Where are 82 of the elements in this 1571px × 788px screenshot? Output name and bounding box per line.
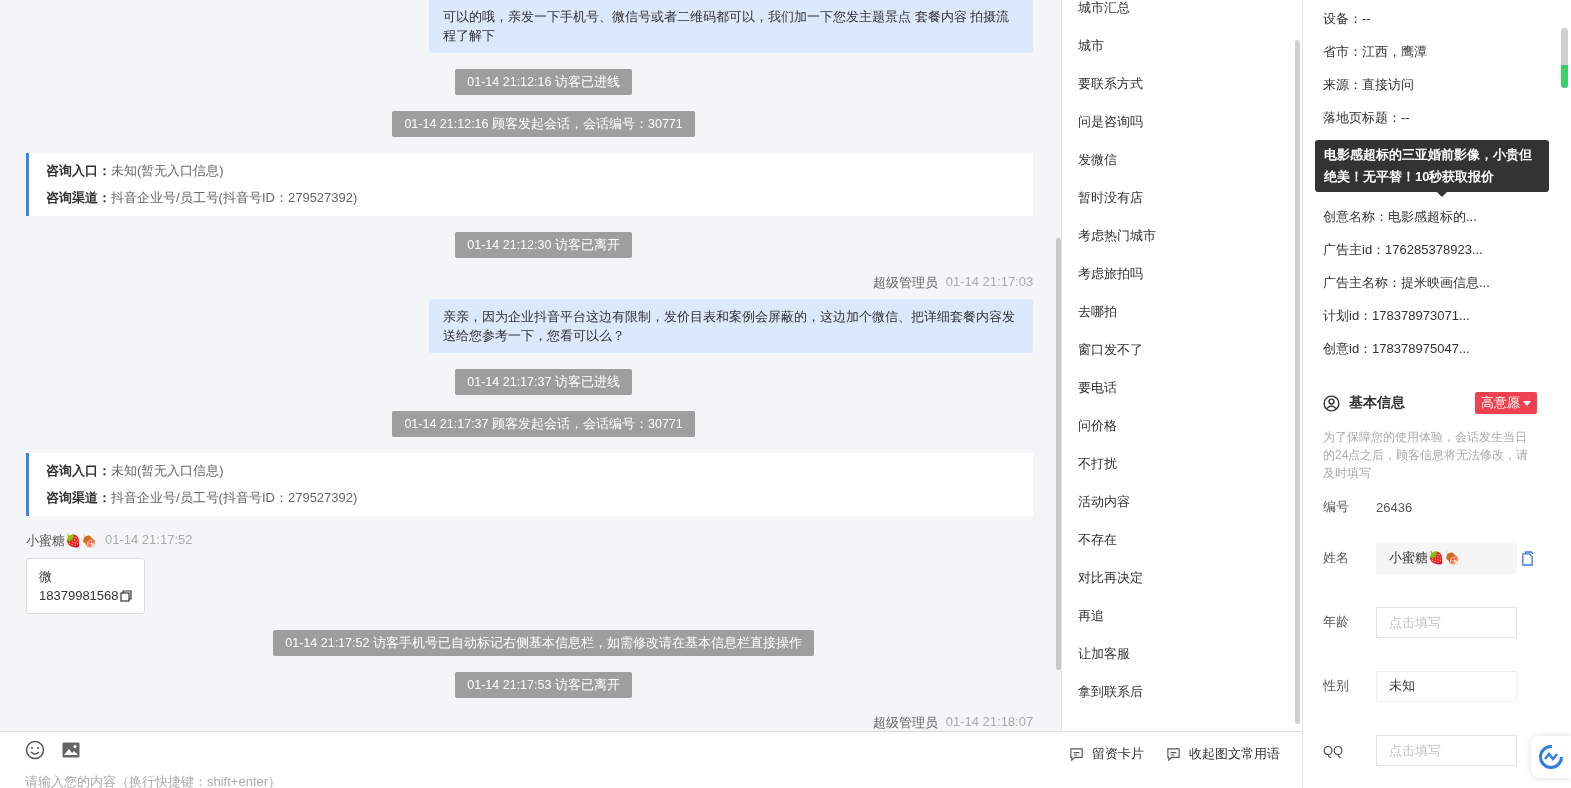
source-label: 咨询入口： — [46, 163, 111, 178]
system-notice: 01-14 21:17:52 访客手机号已自动标记右侧基本信息栏，如需修改请在基本信息栏直接操作 — [273, 630, 814, 656]
quick-phrase-item[interactable]: 考虑旅拍吗 — [1078, 255, 1302, 293]
system-notice: 01-14 21:17:37 顾客发起会话，会话编号：30771 — [392, 411, 695, 437]
sender-name: 超级管理员 — [872, 714, 938, 731]
quick-phrase-item[interactable]: 再追 — [1078, 597, 1302, 635]
copy-icon[interactable] — [119, 589, 132, 602]
system-notice: 01-14 21:17:37 访客已进线 — [455, 369, 632, 395]
section-title: 基本信息 — [1349, 394, 1406, 412]
message-time: 01-14 21:17:52 — [105, 532, 193, 549]
source-value: 抖音企业号/员工号(抖音号ID：279527392) — [111, 190, 358, 205]
quick-phrase-item[interactable]: 要电话 — [1078, 369, 1302, 407]
copy-icon[interactable] — [1521, 550, 1534, 566]
notice-text: 为了保障您的使用体验，会话发生当日的24点之后，顾客信息将无法修改，请及时填写 — [1323, 429, 1530, 482]
message-icon — [1166, 746, 1181, 762]
message-icon — [1069, 746, 1084, 762]
assistant-button[interactable] — [1531, 736, 1571, 778]
quick-phrase-item[interactable]: 窗口发不了 — [1078, 331, 1302, 369]
tooltip-arrow — [1437, 192, 1447, 197]
message-time: 01-14 21:18:07 — [945, 714, 1034, 731]
field-value: 26436 — [1376, 499, 1413, 515]
system-notice: 01-14 21:12:16 访客已进线 — [455, 69, 632, 95]
scrollbar[interactable] — [1561, 28, 1568, 88]
info-row-text: 省市：江西，鹰潭 — [1323, 43, 1428, 61]
phone-number: 18379981568 — [39, 587, 119, 605]
source-value: 未知(暂无入口信息) — [111, 163, 224, 178]
quick-phrase-item[interactable]: 活动内容 — [1078, 483, 1302, 521]
quick-phrase-item[interactable]: 不存在 — [1078, 521, 1302, 559]
quick-phrase-item[interactable]: 对比再决定 — [1078, 559, 1302, 597]
message-bubble: 亲亲，因为企业抖音平台这边有限制，发价目表和案例会屏蔽的，这边加个微信、把详细套餐内容发送给您参考一下，您看可以么？ — [429, 299, 1034, 353]
source-value: 抖音企业号/员工号(抖音号ID：279527392) — [111, 490, 358, 505]
message-bubble: 可以的哦，亲发一下手机号、微信号或者二维码都可以，我们加一下您发主题景点 套餐内容 拍摄流程了解下 — [429, 0, 1034, 53]
info-row-text: 落地页标题：-- — [1323, 109, 1411, 127]
caret-icon — [1523, 400, 1531, 406]
info-row-text: 广告主名称：提米映画信息... — [1323, 274, 1491, 292]
select-field[interactable]: 未知 — [1376, 670, 1517, 702]
source-label: 咨询渠道： — [46, 490, 111, 505]
intent-dropdown[interactable]: 高意愿 — [1475, 392, 1537, 414]
message-time: 01-14 21:17:03 — [945, 274, 1034, 291]
sender-name: 超级管理员 — [872, 274, 938, 292]
message-input[interactable]: 请输入您的内容（换行快捷键：shift+enter） — [25, 774, 625, 788]
contact-text: 微 — [39, 568, 53, 586]
scrollbar[interactable] — [1056, 238, 1062, 670]
user-icon — [1323, 394, 1340, 412]
field-label: 编号 — [1323, 498, 1350, 516]
field-label: 年龄 — [1323, 613, 1350, 631]
info-row-text: 计划id：178378973071... — [1323, 307, 1471, 325]
field-label: 性别 — [1323, 677, 1350, 695]
quick-phrase-item[interactable]: 让加客服 — [1078, 635, 1302, 673]
field-label: 姓名 — [1323, 549, 1350, 567]
name-field[interactable]: 小蜜糖🍓🍖 — [1376, 542, 1517, 574]
field-label: QQ — [1323, 742, 1345, 758]
quick-phrase-item[interactable]: 去哪拍 — [1078, 293, 1302, 331]
quick-phrase-item[interactable]: 城市 — [1078, 27, 1302, 65]
system-notice: 01-14 21:12:16 顾客发起会话，会话编号：30771 — [392, 111, 695, 137]
image-icon[interactable] — [61, 740, 81, 760]
quick-action-button[interactable]: 留资卡片 — [1069, 745, 1144, 763]
info-row-text: 广告主id：176285378923... — [1323, 241, 1484, 259]
quick-phrase-item[interactable]: 问是咨询吗 — [1078, 103, 1302, 141]
quick-phrase-item[interactable]: 不打扰 — [1078, 445, 1302, 483]
quick-phrase-item[interactable]: 拿到联系后 — [1078, 673, 1302, 711]
emoji-icon[interactable] — [25, 740, 45, 760]
tooltip: 电影感超标的三亚婚前影像，小贵但绝美！无平替！10秒获取报价 — [1315, 140, 1549, 192]
quick-phrase-item[interactable]: 考虑热门城市 — [1078, 217, 1302, 255]
source-value: 未知(暂无入口信息) — [111, 463, 224, 478]
system-notice: 01-14 21:12:30 访客已离开 — [455, 232, 632, 258]
quick-phrase-item[interactable]: 要联系方式 — [1078, 65, 1302, 103]
info-row-text: 创意id：178378975047... — [1323, 340, 1471, 358]
info-row-text: 来源：直接访问 — [1323, 76, 1415, 94]
source-label: 咨询入口： — [46, 463, 111, 478]
quick-phrase-item[interactable]: 暂时没有店 — [1078, 179, 1302, 217]
quick-phrase-item[interactable]: 城市汇总 — [1078, 0, 1302, 27]
scrollbar[interactable] — [1295, 40, 1300, 724]
quick-phrase-item[interactable]: 问价格 — [1078, 407, 1302, 445]
info-row-text: 设备：-- — [1323, 10, 1372, 28]
source-label: 咨询渠道： — [46, 190, 111, 205]
sender-name: 小蜜糖🍓🍖 — [26, 532, 97, 550]
quick-action-button[interactable]: 收起图文常用语 — [1166, 745, 1280, 763]
info-row-text: 创意名称：电影感超标的... — [1323, 208, 1478, 226]
logo-icon — [1538, 744, 1564, 770]
system-notice: 01-14 21:17:53 访客已离开 — [455, 672, 632, 698]
quick-phrase-item[interactable]: 发微信 — [1078, 141, 1302, 179]
